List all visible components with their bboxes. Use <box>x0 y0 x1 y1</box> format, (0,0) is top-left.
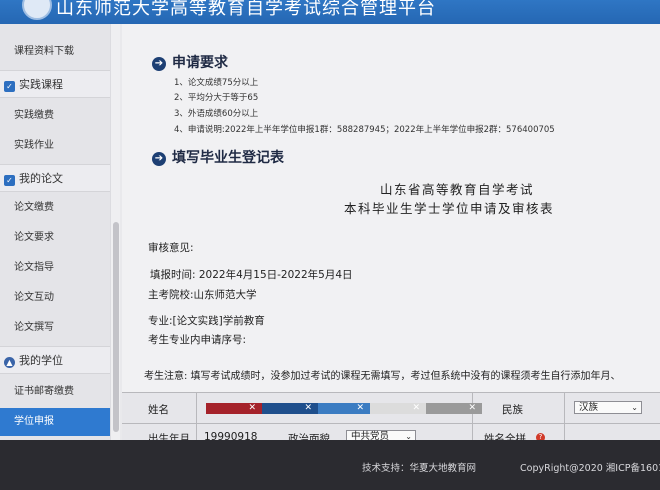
requirement-line: 2、平均分大于等于65 <box>174 93 259 103</box>
requirement-line: 4、申请说明:2022年上半年学位申报1群：588287945；2022年上半年… <box>174 125 555 135</box>
sidebar-item-label: 论文互动 <box>14 292 54 303</box>
requirements-heading: ➔ 申请要求 <box>152 52 228 72</box>
sidebar-item-label: 实践课程 <box>19 78 63 91</box>
chevron-down-icon: ⌄ <box>631 403 638 412</box>
sidebar-item-thesis-interaction[interactable]: 论文互动 <box>0 284 110 312</box>
copyright: CopyRight@2020 湘ICP备160144 <box>520 463 660 474</box>
sidebar: 课程资料下载 ✓ 实践课程 实践缴费 实践作业 ✓ 我的论文 论文缴费 论文要求 论… <box>0 24 110 440</box>
form-section-title: 填写毕业生登记表 <box>172 150 284 166</box>
requirement-line: 3、外语成绩60分以上 <box>174 109 259 119</box>
sidebar-group-degree[interactable]: ▲ 我的学位 <box>0 346 110 374</box>
scroll-thumb[interactable] <box>113 222 119 432</box>
applicant-form-table: 姓名 ✕ ✕ ✕ ✕ ✕ 民族 汉族 ⌄ 出生年月 19990918 政治面貌 中… <box>122 392 660 440</box>
nation-label: 民族 <box>502 404 523 416</box>
nation-select[interactable]: 汉族 ⌄ <box>574 401 642 414</box>
chevron-down-icon: ⌄ <box>405 432 412 440</box>
name-label: 姓名 <box>148 404 169 416</box>
sidebar-scrollbar[interactable] <box>110 24 120 440</box>
politics-select-value: 中共党员 <box>351 431 390 440</box>
sidebar-item-practice-fee[interactable]: 实践缴费 <box>0 102 110 130</box>
sidebar-item-thesis-requirements[interactable]: 论文要求 <box>0 224 110 252</box>
sidebar-item-certificate-mail-fee[interactable]: 证书邮寄缴费 <box>0 378 110 406</box>
sidebar-item-label: 课程资料下载 <box>14 46 74 57</box>
form-heading: ➔ 填写毕业生登记表 <box>152 147 284 167</box>
nation-select-value: 汉族 <box>579 402 599 413</box>
politics-label: 政治面貌 <box>288 433 330 440</box>
fill-time: 填报时间: 2022年4月15日-2022年5月4日 <box>150 269 353 281</box>
site-header: 山东师范大学高等教育自学考试综合管理平台 <box>0 0 660 24</box>
sidebar-group-practice[interactable]: ✓ 实践课程 <box>0 70 110 98</box>
main-content: ➔ 申请要求 1、论文成绩75分以上 2、平均分大于等于65 3、外语成绩60分以… <box>122 24 660 440</box>
check-icon: ✓ <box>4 175 15 186</box>
site-footer: 技术支持：华夏大地教育网 CopyRight@2020 湘ICP备160144 <box>0 440 660 490</box>
help-icon[interactable]: ? <box>536 433 545 440</box>
birth-value[interactable]: 19990918 <box>204 431 257 440</box>
politics-select[interactable]: 中共党员 ⌄ <box>346 430 416 440</box>
sidebar-item-thesis-fee[interactable]: 论文缴费 <box>0 194 110 222</box>
sidebar-item-label: 论文撰写 <box>14 322 54 333</box>
check-icon: ✓ <box>4 81 15 92</box>
review-opinion: 审核意见: <box>148 242 194 254</box>
sidebar-item-label: 论文缴费 <box>14 202 54 213</box>
sidebar-item-label: 学位申报 <box>14 416 54 427</box>
redaction-block: ✕ <box>262 403 318 414</box>
sidebar-item-label: 论文指导 <box>14 262 54 273</box>
major: 专业:[论文实践]学前教育 <box>148 315 265 327</box>
sidebar-item-label: 实践作业 <box>14 140 54 151</box>
sidebar-item-practice-homework[interactable]: 实践作业 <box>0 132 110 160</box>
requirement-line: 1、论文成绩75分以上 <box>174 78 259 88</box>
sidebar-item-label: 实践缴费 <box>14 110 54 121</box>
redaction-block: ✕ <box>426 403 482 414</box>
sidebar-item-thesis-guidance[interactable]: 论文指导 <box>0 254 110 282</box>
birth-label: 出生年月 <box>148 433 190 440</box>
sidebar-item-label: 证书邮寄缴费 <box>14 386 74 397</box>
arrow-right-icon: ➔ <box>152 57 166 71</box>
graduation-cap-icon: ▲ <box>4 357 15 368</box>
full-name-pinyin-label: 姓名全拼 <box>484 433 526 440</box>
sidebar-item-label: 论文要求 <box>14 232 54 243</box>
sidebar-item-label: 我的论文 <box>19 172 63 185</box>
sidebar-item-degree-application[interactable]: 学位申报 <box>0 408 110 436</box>
university-logo <box>22 0 52 20</box>
form-title-line1: 山东省高等教育自学考试 <box>380 182 535 197</box>
form-title-line2: 本科毕业生学士学位申请及审核表 <box>344 201 555 216</box>
exam-notice: 考生注意: 填写考试成绩时，没参加过考试的课程无需填写，考过但系统中没有的课程须… <box>144 371 621 382</box>
sidebar-item-course-materials[interactable]: 课程资料下载 <box>0 38 110 66</box>
requirements-title: 申请要求 <box>172 55 228 71</box>
redaction-block: ✕ <box>318 403 370 414</box>
site-title: 山东师范大学高等教育自学考试综合管理平台 <box>56 0 436 19</box>
sidebar-group-thesis[interactable]: ✓ 我的论文 <box>0 164 110 192</box>
apply-number: 考生专业内申请序号: <box>148 334 247 346</box>
sidebar-item-thesis-writing[interactable]: 论文撰写 <box>0 314 110 342</box>
exam-school: 主考院校:山东师范大学 <box>148 289 257 301</box>
sidebar-item-label: 我的学位 <box>19 354 63 367</box>
redaction-block: ✕ <box>370 403 426 414</box>
tech-support: 技术支持：华夏大地教育网 <box>362 463 477 474</box>
arrow-right-icon: ➔ <box>152 152 166 166</box>
redaction-block: ✕ <box>206 403 262 414</box>
